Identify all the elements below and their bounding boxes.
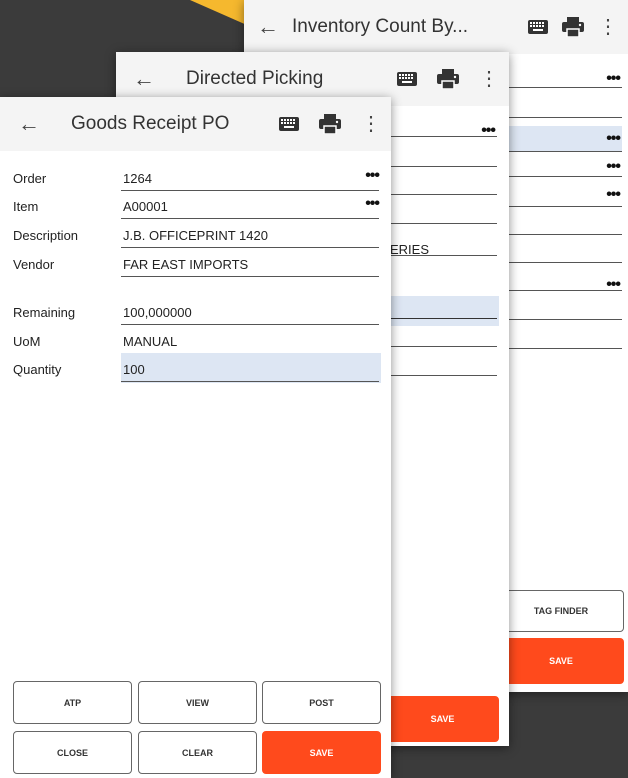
item-label: Item bbox=[13, 199, 39, 214]
field-underline bbox=[390, 318, 497, 319]
vendor-value: FAR EAST IMPORTS bbox=[123, 257, 249, 272]
keyboard-icon[interactable] bbox=[279, 117, 299, 131]
screen-title: Goods Receipt PO bbox=[71, 113, 230, 134]
order-label: Order bbox=[13, 171, 47, 186]
order-value[interactable]: 1264 bbox=[123, 171, 152, 186]
tag-finder-button[interactable]: TAG FINDER bbox=[498, 590, 624, 632]
item-value[interactable]: A00001 bbox=[123, 199, 168, 214]
quantity-field[interactable]: Quantity 100 bbox=[0, 356, 391, 384]
field-underline bbox=[121, 276, 379, 277]
field-underline bbox=[121, 324, 379, 325]
back-arrow-icon[interactable]: ← bbox=[244, 0, 292, 54]
quantity-label: Quantity bbox=[13, 362, 62, 377]
field-underline bbox=[390, 346, 497, 347]
post-button[interactable]: POST bbox=[262, 681, 381, 724]
more-vert-icon[interactable]: ⋮ bbox=[479, 69, 499, 89]
remaining-value: 100,000000 bbox=[123, 305, 192, 320]
description-value: J.B. OFFICEPRINT 1420 bbox=[123, 228, 268, 243]
field-underline bbox=[390, 223, 497, 224]
field-underline bbox=[390, 194, 497, 195]
more-vert-icon[interactable]: ⋮ bbox=[361, 114, 381, 134]
highlight-row bbox=[390, 296, 499, 326]
field-underline bbox=[390, 375, 497, 376]
keyboard-icon[interactable] bbox=[397, 72, 417, 86]
app-bar: ← Inventory Count By... ⋮ bbox=[244, 0, 628, 54]
save-button[interactable]: SAVE bbox=[498, 638, 624, 684]
more-icon[interactable]: ••• bbox=[606, 186, 621, 204]
more-icon[interactable]: ••• bbox=[606, 70, 621, 88]
vendor-label: Vendor bbox=[13, 257, 55, 272]
remaining-field: Remaining 100,000000 bbox=[0, 299, 391, 327]
more-icon[interactable]: ••• bbox=[606, 276, 621, 294]
more-icon[interactable]: ••• bbox=[481, 122, 496, 140]
view-button[interactable]: VIEW bbox=[138, 681, 257, 724]
order-field[interactable]: Order 1264 ••• bbox=[0, 165, 391, 193]
save-button[interactable]: SAVE bbox=[386, 696, 499, 742]
print-icon[interactable] bbox=[562, 17, 584, 37]
atp-button[interactable]: ATP bbox=[13, 681, 132, 724]
field-underline bbox=[121, 190, 379, 191]
vendor-field: Vendor FAR EAST IMPORTS bbox=[0, 251, 391, 279]
item-lookup-icon[interactable]: ••• bbox=[365, 195, 380, 213]
screen-title: Inventory Count By... bbox=[292, 16, 469, 37]
field-underline bbox=[121, 218, 379, 219]
field-underline bbox=[121, 381, 379, 382]
uom-label: UoM bbox=[13, 334, 41, 349]
more-icon[interactable]: ••• bbox=[606, 130, 621, 148]
order-lookup-icon[interactable]: ••• bbox=[365, 167, 380, 185]
quantity-input[interactable]: 100 bbox=[123, 362, 145, 377]
app-bar: ← Goods Receipt PO ⋮ bbox=[0, 97, 391, 151]
screen-title: Directed Picking bbox=[186, 68, 324, 89]
description-label: Description bbox=[13, 228, 79, 243]
more-icon[interactable]: ••• bbox=[606, 158, 621, 176]
description-field: Description J.B. OFFICEPRINT 1420 bbox=[0, 222, 391, 250]
print-icon[interactable] bbox=[319, 114, 341, 134]
item-field[interactable]: Item A00001 ••• bbox=[0, 193, 391, 221]
clear-button[interactable]: CLEAR bbox=[138, 731, 257, 774]
print-icon[interactable] bbox=[437, 69, 459, 89]
more-vert-icon[interactable]: ⋮ bbox=[598, 17, 618, 37]
uom-field: UoM MANUAL bbox=[0, 328, 391, 356]
uom-value: MANUAL bbox=[123, 334, 178, 349]
keyboard-icon[interactable] bbox=[528, 20, 548, 34]
save-button[interactable]: SAVE bbox=[262, 731, 381, 774]
close-button[interactable]: CLOSE bbox=[13, 731, 132, 774]
field-underline bbox=[390, 255, 497, 256]
field-underline bbox=[121, 247, 379, 248]
goods-receipt-screen: ← Goods Receipt PO ⋮ Order 1264 ••• Item… bbox=[0, 97, 391, 778]
back-arrow-icon[interactable]: ← bbox=[0, 97, 58, 151]
field-underline bbox=[390, 166, 497, 167]
remaining-label: Remaining bbox=[13, 305, 76, 320]
